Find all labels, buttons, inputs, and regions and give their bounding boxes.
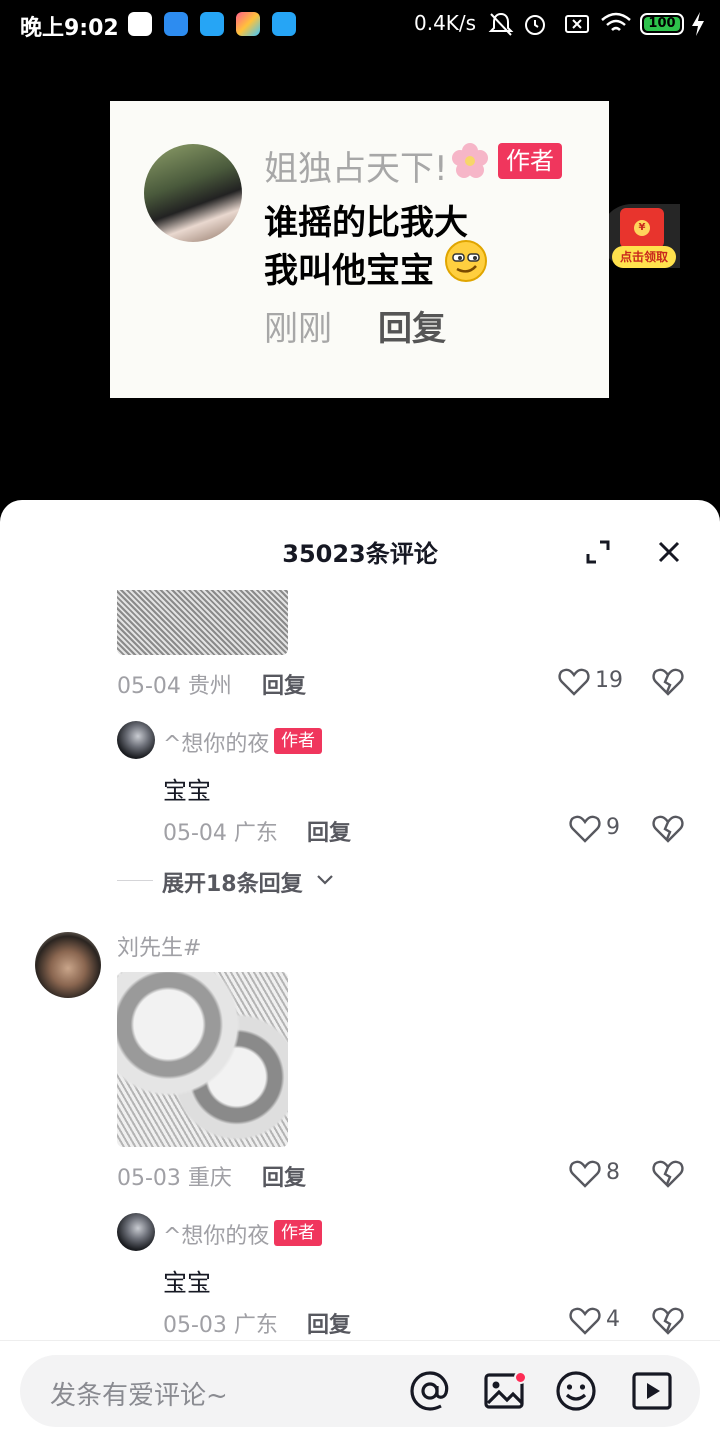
reply-user-avatar[interactable] [117,1213,155,1251]
dislike-broken-heart-icon[interactable] [652,1306,684,1336]
reply-text: 宝宝 [163,1269,211,1297]
fullscreen-icon[interactable] [584,538,612,566]
app-icon [272,12,296,36]
battery-indicator: 100 [640,13,684,35]
author-badge: 作者 [498,143,562,179]
like-count: 4 [606,1307,620,1332]
reply-button[interactable]: 回复 [262,668,306,700]
video-comment-card[interactable]: 姐独占天下! 作者 谁摇的比我大 我叫他宝宝 刚刚 回复 [110,101,609,398]
close-icon[interactable] [655,538,683,566]
reply-meta: 05-04 广东 [163,821,278,846]
dislike-broken-heart-icon[interactable] [652,814,684,844]
comments-sheet: 35023条评论 05-04 贵州 回复 19 ^想你的夜 作者 宝宝 05-0… [0,500,720,1440]
red-packet-button[interactable]: ¥ 点击领取 [600,200,680,276]
wifi-icon [601,12,631,31]
dislike-broken-heart-icon[interactable] [652,1159,684,1189]
emoji-icon[interactable] [554,1369,598,1413]
reply-username[interactable]: ^想你的夜 [163,1218,269,1250]
chevron-down-icon [317,875,333,885]
alarm-icon [525,15,545,35]
sim-off-icon [565,15,589,33]
smirk-emoji-icon [445,240,487,282]
comment-image[interactable] [117,972,288,1147]
like-heart-icon[interactable] [569,1306,601,1336]
dislike-broken-heart-icon[interactable] [652,667,684,697]
like-heart-icon[interactable] [558,667,590,697]
status-bar: 晚上9:02 0.4K/s 100 [0,0,720,50]
author-name: 姐独占天下! [264,149,448,189]
author-badge: 作者 [274,728,322,754]
battery-level: 100 [644,17,680,31]
net-speed: 0.4K/s [414,11,477,35]
reply-button[interactable]: 回复 [307,1307,351,1339]
n-app-icon [164,12,188,36]
like-count: 8 [606,1160,620,1185]
author-avatar[interactable] [144,144,242,242]
status-time: 晚上9:02 [20,16,119,41]
reply-username[interactable]: ^想你的夜 [163,726,269,758]
comment-time: 刚刚 [264,309,332,349]
comment-input-placeholder: 发条有爱评论~ [50,1381,228,1411]
app-icon [236,12,260,36]
video-reply-icon[interactable] [630,1369,674,1413]
reply-button[interactable]: 回复 [378,301,446,350]
reply-text: 宝宝 [163,777,211,805]
mute-icon [488,12,514,36]
commenter-username[interactable]: 刘先生# [117,930,201,962]
new-indicator-dot [514,1371,527,1384]
mi-app-icon [128,12,152,36]
reply-meta: 05-03 广东 [163,1313,278,1338]
like-count: 19 [595,668,623,693]
at-mention-icon[interactable] [408,1369,452,1413]
comment-text-line-2: 我叫他宝宝 [264,251,434,291]
author-badge: 作者 [274,1220,322,1246]
expand-replies-label: 展开18条回复 [162,872,303,897]
red-packet-label: 点击领取 [612,246,676,268]
comments-count-title: 35023条评论 [282,540,438,568]
commenter-avatar[interactable] [35,932,101,998]
like-heart-icon[interactable] [569,814,601,844]
coin-icon: ¥ [634,220,650,236]
reply-button[interactable]: 回复 [307,815,351,847]
comment-meta: 05-04 贵州 [117,674,232,699]
divider [117,880,153,881]
like-heart-icon[interactable] [569,1159,601,1189]
comment-image[interactable] [117,590,288,655]
comment-input[interactable]: 发条有爱评论~ [20,1355,700,1427]
comment-input-bar: 发条有爱评论~ [0,1340,720,1440]
charging-icon [692,12,704,36]
comment-text-line-1: 谁摇的比我大 [264,203,468,243]
flower-emoji-icon [452,143,488,178]
like-count: 9 [606,815,620,840]
comment-meta: 05-03 重庆 [117,1166,232,1191]
app-icon [200,12,224,36]
reply-user-avatar[interactable] [117,721,155,759]
reply-button[interactable]: 回复 [262,1160,306,1192]
